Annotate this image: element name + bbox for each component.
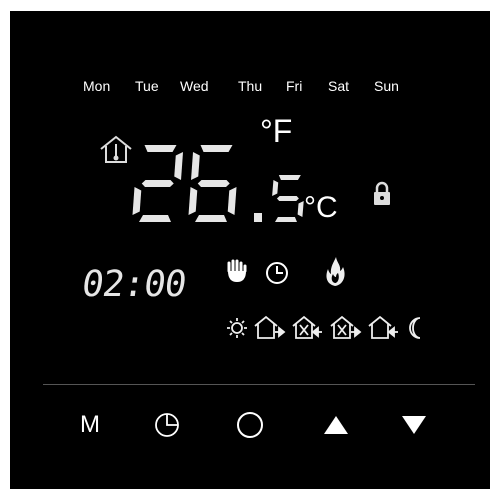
segment-a [144,145,177,152]
day-mon: Mon [83,78,111,94]
segment-b [174,152,184,180]
day-tue: Tue [135,78,159,94]
house-return-icon [368,315,398,339]
divider [43,384,475,385]
schedule-icons [227,315,421,339]
clock-icon [266,262,288,284]
segment-c [297,201,304,217]
day-thu: Thu [238,78,263,94]
day-sat: Sat [328,78,350,94]
decimal-point [254,213,262,222]
down-arrow-icon [402,416,426,434]
segment-c [227,187,237,215]
clock-display: 02:00 [79,264,189,305]
segment-d [195,215,227,222]
day-wed: Wed [180,78,209,94]
segment-g [141,180,174,187]
day-fri: Fri [286,78,303,94]
flame-icon [326,257,345,286]
segment-e [132,187,142,215]
house-return-icon [292,315,322,339]
power-icon [237,412,263,438]
house-leave-icon [254,315,286,339]
down-button[interactable] [396,409,432,441]
schedule-button[interactable] [149,409,185,441]
clock-icon [155,413,179,437]
segment-a [278,175,301,180]
segment-f [272,180,279,196]
temperature-display [132,145,304,222]
segment-g [197,180,230,187]
up-button[interactable] [318,409,354,441]
power-button[interactable] [232,409,268,441]
house-leave-icon [330,315,362,339]
segment-a [200,145,233,152]
segment-f [191,152,200,180]
mode-button[interactable]: M [72,409,108,441]
moon-icon [409,317,421,339]
lock-icon [374,181,390,205]
segment-e [188,187,198,215]
thermostat-panel: Mon Tue Wed Thu Fri Sat Sun °F °C 26 5 0… [10,11,490,489]
up-arrow-icon [324,416,348,434]
day-sun: Sun [374,78,399,94]
segment-g [276,196,299,201]
house-thermometer-icon [100,135,132,163]
segment-d [139,215,171,222]
sun-icon [227,318,247,338]
segment-d [275,217,297,222]
hand-icon [227,259,247,282]
